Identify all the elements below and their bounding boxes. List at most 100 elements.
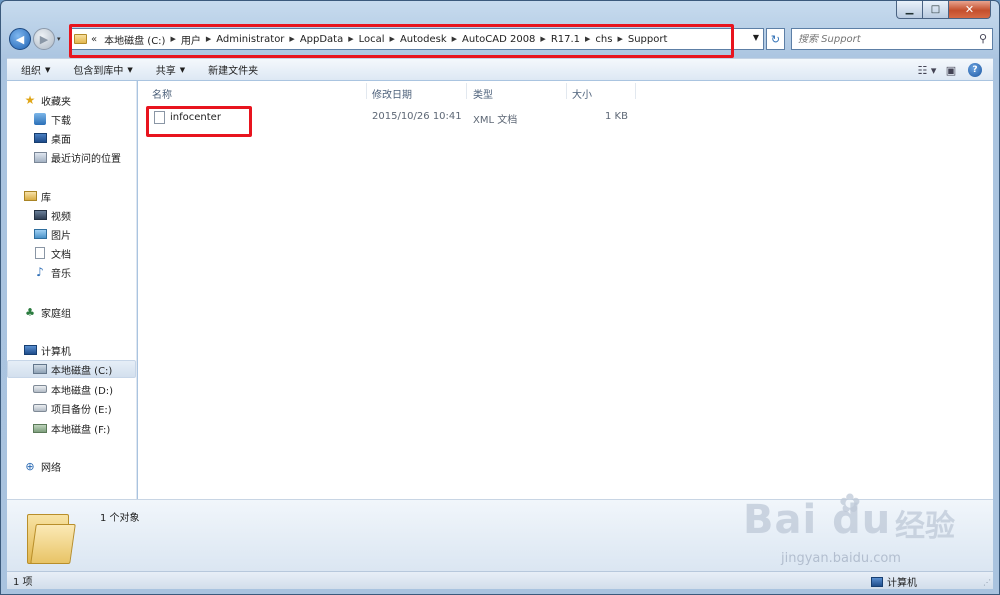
sidebar-item-recent[interactable]: 最近访问的位置 [33, 148, 121, 166]
file-name-cell[interactable]: infocenter [154, 111, 221, 124]
view-options-icon: ☷ ▾ [917, 63, 937, 77]
sidebar-item-favorites[interactable]: ★ 收藏夹 [23, 91, 71, 109]
chevron-right-icon[interactable]: ▶ [287, 35, 296, 43]
sidebar-item-label: 图片 [51, 230, 71, 242]
chevron-down-icon: ▼ [127, 65, 133, 74]
search-icon[interactable]: ⚲ [979, 32, 987, 45]
forward-button[interactable]: ▶ [33, 28, 55, 50]
forward-arrow-icon: ▶ [39, 32, 49, 46]
explorer-window: ▁ □ ✕ ◀ ▶ ▾ « 本地磁盘 (C:) ▶ 用户 ▶ Administr… [0, 0, 1000, 595]
chevron-right-icon[interactable]: ▶ [583, 35, 592, 43]
chevron-right-icon[interactable]: ▶ [538, 35, 547, 43]
recent-pages-dropdown[interactable]: ▾ [57, 35, 61, 43]
address-bar[interactable]: « 本地磁盘 (C:) ▶ 用户 ▶ Administrator ▶ AppDa… [69, 28, 764, 50]
picture-icon [33, 229, 47, 239]
breadcrumb-item[interactable]: Administrator [213, 34, 287, 45]
address-overflow-button[interactable]: « [91, 34, 97, 45]
watermark-url: jingyan.baidu.com [781, 551, 901, 566]
column-header-modified[interactable]: 修改日期 [372, 86, 412, 101]
sidebar-item-computer[interactable]: 计算机 [23, 341, 71, 359]
sidebar-item-drive-e[interactable]: 项目备份 (E:) [33, 399, 112, 417]
breadcrumb-item[interactable]: Support [625, 34, 671, 45]
file-type: XML 文档 [473, 115, 518, 126]
column-header-type[interactable]: 类型 [473, 86, 493, 101]
selected-count: 1 个对象 [100, 513, 140, 524]
sidebar-item-pictures[interactable]: 图片 [33, 225, 71, 243]
drive-f-icon [33, 423, 47, 433]
column-header-name[interactable]: 名称 [152, 86, 172, 101]
new-folder-button[interactable]: 新建文件夹 [194, 62, 267, 77]
file-icon [154, 111, 165, 124]
chevron-right-icon[interactable]: ▶ [168, 35, 177, 43]
sidebar-item-music[interactable]: ♪ 音乐 [33, 263, 71, 281]
column-divider[interactable] [466, 83, 467, 99]
breadcrumb-item[interactable]: 本地磁盘 (C:) [101, 32, 168, 47]
homegroup-icon: ♣ [25, 305, 35, 319]
watermark-jingyan-text: 经验 [895, 509, 955, 544]
refresh-button[interactable]: ↻ [766, 28, 785, 50]
organize-button[interactable]: 组织 ▼ [7, 62, 59, 78]
sidebar-item-libraries[interactable]: 库 [23, 187, 51, 205]
sidebar-item-desktop[interactable]: 桌面 [33, 129, 71, 147]
breadcrumb-item[interactable]: 用户 [178, 32, 204, 47]
breadcrumb-item[interactable]: chs [592, 34, 615, 45]
refresh-icon: ↻ [770, 32, 781, 46]
large-folder-icon [27, 508, 76, 564]
caption-buttons: ▁ □ ✕ [896, 1, 991, 19]
sidebar-item-label: 视频 [51, 211, 71, 223]
hard-drive-icon [33, 385, 47, 393]
close-button[interactable]: ✕ [949, 1, 991, 19]
chevron-right-icon[interactable]: ▶ [388, 35, 397, 43]
resize-grip-icon[interactable]: ⋰ [983, 578, 991, 587]
minimize-icon: ▁ [905, 4, 914, 15]
chevron-right-icon[interactable]: ▶ [450, 35, 459, 43]
chevron-down-icon: ▼ [45, 65, 51, 74]
column-divider[interactable] [366, 83, 367, 99]
include-in-library-button[interactable]: 包含到库中 ▼ [59, 62, 141, 78]
sidebar-item-videos[interactable]: 视频 [33, 206, 71, 224]
sidebar-item-downloads[interactable]: 下载 [33, 110, 71, 128]
sidebar-item-drive-d[interactable]: 本地磁盘 (D:) [33, 380, 113, 398]
minimize-button[interactable]: ▁ [896, 1, 923, 19]
sidebar-item-homegroup[interactable]: ♣ 家庭组 [23, 303, 71, 321]
column-divider[interactable] [566, 83, 567, 99]
address-dropdown-icon[interactable]: ▼ [753, 33, 759, 42]
close-icon: ✕ [964, 3, 975, 16]
chevron-right-icon[interactable]: ▶ [615, 35, 624, 43]
document-icon [35, 247, 45, 259]
sidebar-item-drive-f[interactable]: 本地磁盘 (F:) [33, 419, 110, 437]
help-button[interactable]: ? [963, 61, 987, 79]
file-list: 名称 修改日期 类型 大小 infocenter 2015/10/26 10:4… [138, 81, 993, 499]
sidebar-item-label: 下载 [51, 115, 71, 127]
breadcrumb-item[interactable]: Autodesk [397, 34, 450, 45]
breadcrumb-item[interactable]: AutoCAD 2008 [459, 34, 538, 45]
change-view-button[interactable]: ☷ ▾ [915, 61, 939, 79]
search-box[interactable]: ⚲ [791, 28, 993, 50]
computer-icon [871, 576, 883, 587]
search-input[interactable] [798, 33, 968, 45]
sidebar-item-drive-c[interactable]: 本地磁盘 (C:) [7, 360, 136, 378]
chevron-right-icon[interactable]: ▶ [204, 35, 213, 43]
breadcrumb-item[interactable]: AppData [297, 34, 346, 45]
table-row[interactable]: infocenter 2015/10/26 10:41 XML 文档 1 KB [148, 108, 668, 126]
sidebar-item-label: 文档 [51, 249, 71, 261]
folder-icon [74, 34, 87, 44]
command-bar: 组织 ▼ 包含到库中 ▼ 共享 ▼ 新建文件夹 ☷ ▾ ▣ ? [7, 58, 993, 80]
preview-pane-icon: ▣ [945, 63, 957, 77]
sidebar-item-network[interactable]: ⊕ 网络 [23, 457, 61, 475]
sidebar-item-documents[interactable]: 文档 [33, 244, 71, 262]
maximize-button[interactable]: □ [923, 1, 949, 19]
computer-icon [23, 345, 37, 355]
chevron-right-icon[interactable]: ▶ [346, 35, 355, 43]
breadcrumb-item[interactable]: R17.1 [548, 34, 583, 45]
breadcrumb-item[interactable]: Local [356, 34, 388, 45]
preview-pane-button[interactable]: ▣ [939, 61, 963, 79]
back-button[interactable]: ◀ [9, 28, 31, 50]
column-header-size[interactable]: 大小 [572, 86, 592, 101]
organize-label: 组织 [21, 66, 41, 77]
sidebar-item-label: 本地磁盘 (D:) [51, 385, 114, 397]
maximize-icon: □ [930, 4, 941, 15]
share-button[interactable]: 共享 ▼ [142, 62, 194, 78]
desktop-icon [33, 133, 47, 143]
column-divider[interactable] [635, 83, 636, 99]
